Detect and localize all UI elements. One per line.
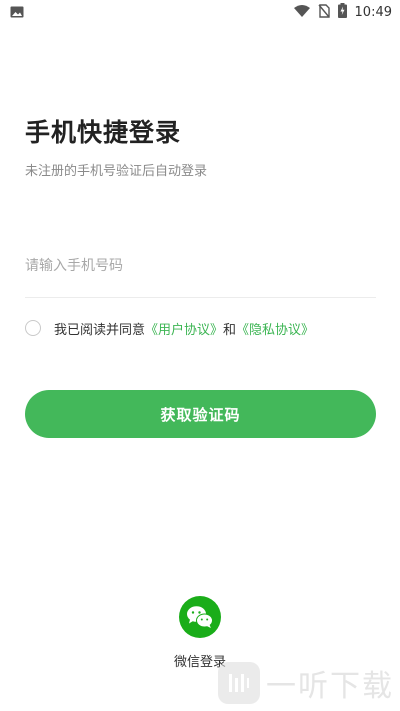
login-screen: 10:49 手机快捷登录 未注册的手机号验证后自动登录 我已阅读并同意 《用户协… (0, 0, 400, 711)
agreement-and: 和 (223, 322, 237, 338)
page-subtitle: 未注册的手机号验证后自动登录 (25, 164, 208, 179)
wechat-icon[interactable] (179, 596, 221, 638)
status-left (10, 6, 24, 18)
user-agreement-link[interactable]: 《用户协议》 (145, 319, 223, 338)
agreement-row: 我已阅读并同意 《用户协议》 和 《隐私协议》 (25, 318, 314, 338)
agreement-checkbox[interactable] (25, 320, 41, 336)
agreement-prefix: 我已阅读并同意 (54, 322, 146, 338)
status-right: 10:49 (293, 3, 392, 21)
gallery-icon (10, 6, 24, 18)
page-title: 手机快捷登录 (25, 118, 182, 147)
status-time: 10:49 (354, 4, 392, 20)
battery-charging-icon (337, 3, 347, 21)
watermark-text: 一听下载 (266, 669, 394, 704)
wifi-icon (293, 4, 310, 20)
no-sim-icon (317, 3, 330, 21)
phone-input[interactable] (25, 248, 376, 284)
watermark: 一听下载 (218, 661, 394, 705)
watermark-logo-icon (218, 662, 260, 704)
get-code-button[interactable]: 获取验证码 (25, 390, 376, 438)
privacy-policy-link[interactable]: 《隐私协议》 (236, 319, 314, 338)
input-divider (25, 297, 376, 298)
wechat-login-button[interactable]: 微信登录 (0, 596, 400, 670)
status-bar: 10:49 (0, 0, 400, 24)
